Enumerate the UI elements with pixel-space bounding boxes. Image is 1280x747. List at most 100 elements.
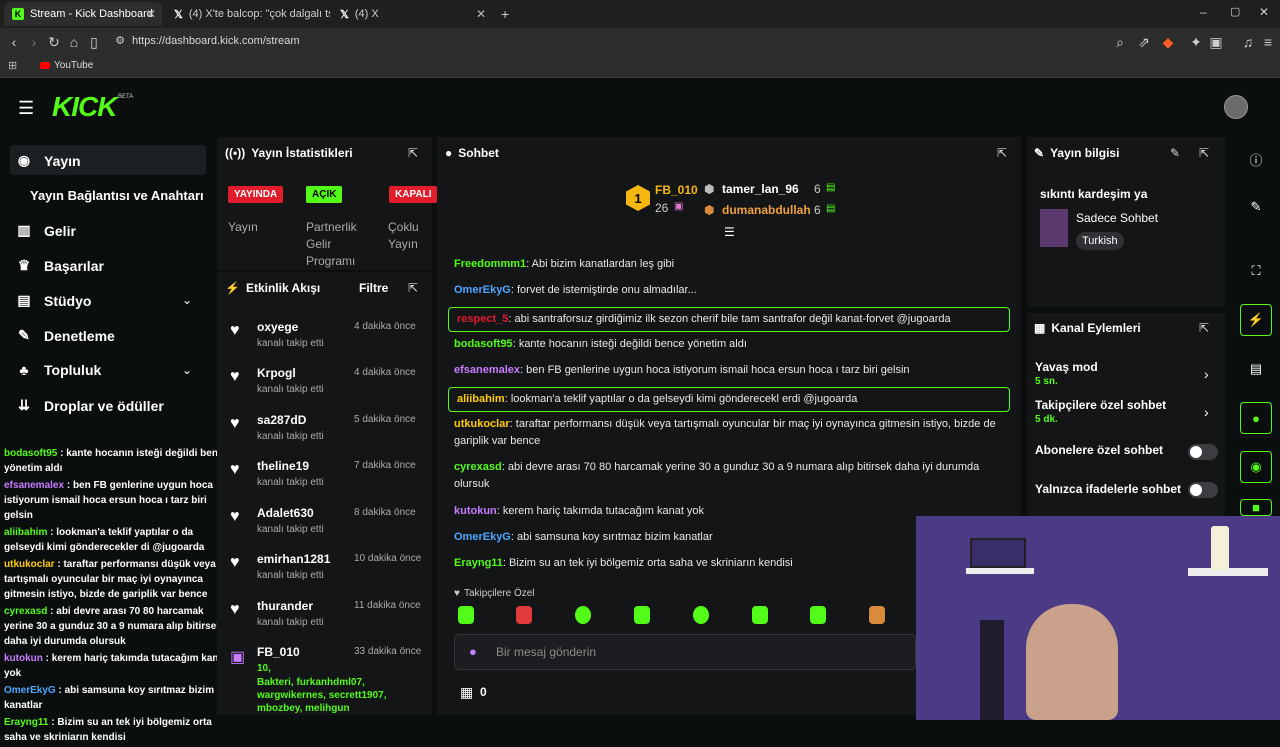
screen-icon[interactable]: ⛶	[1240, 255, 1272, 287]
gifter-name[interactable]: tamer_lan_96	[722, 182, 799, 196]
sidebar-item-yayin[interactable]: ◉ Yayın	[16, 152, 81, 169]
popout-icon[interactable]: ⇱	[997, 146, 1007, 160]
media-icon[interactable]: ♫	[1240, 34, 1256, 50]
sidebar-item-stream-key[interactable]: Yayın Bağlantısı ve Anahtarı	[30, 188, 204, 203]
chevron-down-icon[interactable]: ⌄	[182, 293, 192, 307]
chest-icon[interactable]: ▦	[460, 684, 473, 701]
emote-icon[interactable]	[693, 606, 709, 624]
info-icon[interactable]: ⓘ	[1240, 143, 1272, 175]
chat-username[interactable]: utkukoclar	[454, 418, 510, 430]
emote-icon[interactable]	[752, 606, 768, 624]
chevron-down-icon[interactable]: ⌄	[182, 363, 192, 377]
brave-shield-icon[interactable]: ◆	[1160, 34, 1176, 51]
emote-icon[interactable]	[634, 606, 650, 624]
chat-username[interactable]: cyrexasd	[454, 461, 502, 473]
chat-username[interactable]: aliibahim	[457, 393, 505, 405]
popout-icon[interactable]: ⇱	[408, 146, 418, 160]
activity-time: 4 dakika önce	[354, 367, 416, 378]
top-gifter-name[interactable]: FB_010	[655, 183, 698, 197]
overlay-chat-username: cyrexasd	[4, 606, 48, 617]
popout-icon[interactable]: ⇱	[1199, 146, 1209, 160]
chevron-right-icon[interactable]: ›	[1204, 366, 1209, 382]
chat-bubble-icon[interactable]: ●	[1240, 402, 1272, 434]
home-icon[interactable]: ⌂	[66, 34, 82, 50]
subs-chat-toggle[interactable]	[1188, 444, 1218, 460]
heart-icon: ♥	[230, 415, 240, 432]
apps-icon[interactable]: ⊞	[8, 59, 17, 72]
microphone-icon[interactable]: ●	[469, 644, 477, 659]
activity-username[interactable]: oxyege	[257, 320, 298, 334]
category-name[interactable]: Sadece Sohbet	[1076, 211, 1158, 225]
activity-time: 8 dakika önce	[354, 507, 416, 518]
browser-tabbar: K Stream - Kick Dashboard ✕ 𝕏 (4) X'te b…	[0, 0, 1280, 28]
maximize-button[interactable]: ▢	[1230, 5, 1240, 18]
followers-chat-label[interactable]: Takipçilere özel sohbet	[1035, 398, 1166, 412]
emote-icon[interactable]	[575, 606, 591, 624]
sidebar-item-basarilar[interactable]: ♛ Başarılar	[16, 257, 104, 274]
emote-chat-toggle[interactable]	[1188, 482, 1218, 498]
chat-username[interactable]: efsanemalex	[454, 364, 520, 376]
user-avatar[interactable]	[1224, 95, 1248, 119]
tab-kick-dashboard[interactable]: K Stream - Kick Dashboard ✕	[4, 2, 162, 26]
bookmark-youtube[interactable]: YouTube	[40, 60, 93, 71]
chat-username[interactable]: Erayng11	[454, 557, 503, 569]
edit-pen-icon[interactable]: ✎	[1240, 191, 1272, 223]
new-tab-button[interactable]: +	[501, 6, 509, 22]
sidebar-toggle-icon[interactable]: ▣	[1208, 34, 1224, 51]
url-field[interactable]: https://dashboard.kick.com/stream	[132, 35, 300, 47]
close-window-button[interactable]: ✕	[1259, 5, 1269, 19]
popout-icon[interactable]: ⇱	[1199, 321, 1209, 335]
emote-icon[interactable]	[458, 606, 474, 624]
activity-username[interactable]: theline19	[257, 459, 309, 473]
filter-button[interactable]: Filtre	[359, 281, 388, 295]
chat-username[interactable]: respect_5	[457, 313, 508, 325]
back-icon[interactable]: ‹	[6, 34, 22, 50]
tab-x-post[interactable]: 𝕏 (4) X'te balcop: "çok dalgalı tsunami …	[166, 2, 330, 26]
reload-icon[interactable]: ↻	[46, 34, 62, 51]
popout-icon[interactable]: ⇱	[408, 281, 418, 295]
expand-leaderboard-icon[interactable]: ☰	[724, 225, 735, 239]
notes-icon[interactable]: ▤	[1240, 353, 1272, 385]
share-icon[interactable]: ⇗	[1136, 34, 1152, 51]
hamburger-menu-icon[interactable]: ☰	[18, 98, 34, 119]
activity-username[interactable]: emirhan1281	[257, 552, 330, 566]
chat-username[interactable]: OmerEkyG	[454, 531, 511, 543]
slow-mode-label[interactable]: Yavaş mod	[1035, 360, 1098, 374]
edit-icon[interactable]: ✎	[1170, 146, 1180, 160]
activity-username[interactable]: Adalet630	[257, 506, 314, 520]
chat-input[interactable]: ● Bir mesaj gönderin	[454, 634, 916, 670]
chat-username[interactable]: bodasoft95	[454, 338, 513, 350]
activity-username[interactable]: sa287dD	[257, 413, 306, 427]
live-badge: YAYINDA	[228, 186, 284, 203]
menu-icon[interactable]: ≡	[1260, 34, 1276, 50]
chat-username[interactable]: kutokun	[454, 505, 497, 517]
sidebar-item-gelir[interactable]: ▥ Gelir	[16, 222, 76, 239]
activity-username[interactable]: Krpogl	[257, 366, 296, 380]
close-tab-icon[interactable]: ✕	[476, 7, 486, 21]
kick-logo[interactable]: KICK	[52, 91, 117, 123]
site-settings-icon[interactable]: ⚙	[112, 34, 128, 47]
sidebar-item-denetleme[interactable]: ✎ Denetleme	[16, 327, 115, 344]
forward-icon[interactable]: ›	[26, 34, 42, 50]
close-tab-icon[interactable]: ✕	[146, 7, 156, 21]
extensions-icon[interactable]: ✦	[1188, 34, 1204, 51]
chat-username[interactable]: Freedommm1	[454, 258, 526, 270]
gifter-name[interactable]: dumanabdullah	[722, 203, 811, 217]
sidebar-item-topluluk[interactable]: ♣ Topluluk	[16, 362, 101, 378]
emote-icon[interactable]	[516, 606, 532, 624]
broadcast-icon[interactable]: ◉	[1240, 451, 1272, 483]
emote-icon[interactable]	[869, 606, 885, 624]
activity-username[interactable]: thurander	[257, 599, 313, 613]
emote-icon[interactable]	[810, 606, 826, 624]
chat-username[interactable]: OmerEkyG	[454, 284, 511, 296]
tab-x[interactable]: 𝕏 (4) X ✕	[332, 2, 492, 26]
sidebar-item-studyo[interactable]: ▤ Stüdyo	[16, 292, 91, 309]
zoom-icon[interactable]: ⌕	[1112, 34, 1128, 51]
camera-icon[interactable]: ■	[1240, 499, 1272, 516]
bolt-icon[interactable]: ⚡	[1240, 304, 1272, 336]
minimize-button[interactable]: –	[1200, 5, 1207, 19]
x-favicon-icon: 𝕏	[340, 8, 349, 21]
chevron-right-icon[interactable]: ›	[1204, 404, 1209, 420]
bookmark-icon[interactable]: ▯	[86, 34, 102, 51]
sidebar-item-droplar[interactable]: ⇊ Droplar ve ödüller	[16, 397, 164, 414]
